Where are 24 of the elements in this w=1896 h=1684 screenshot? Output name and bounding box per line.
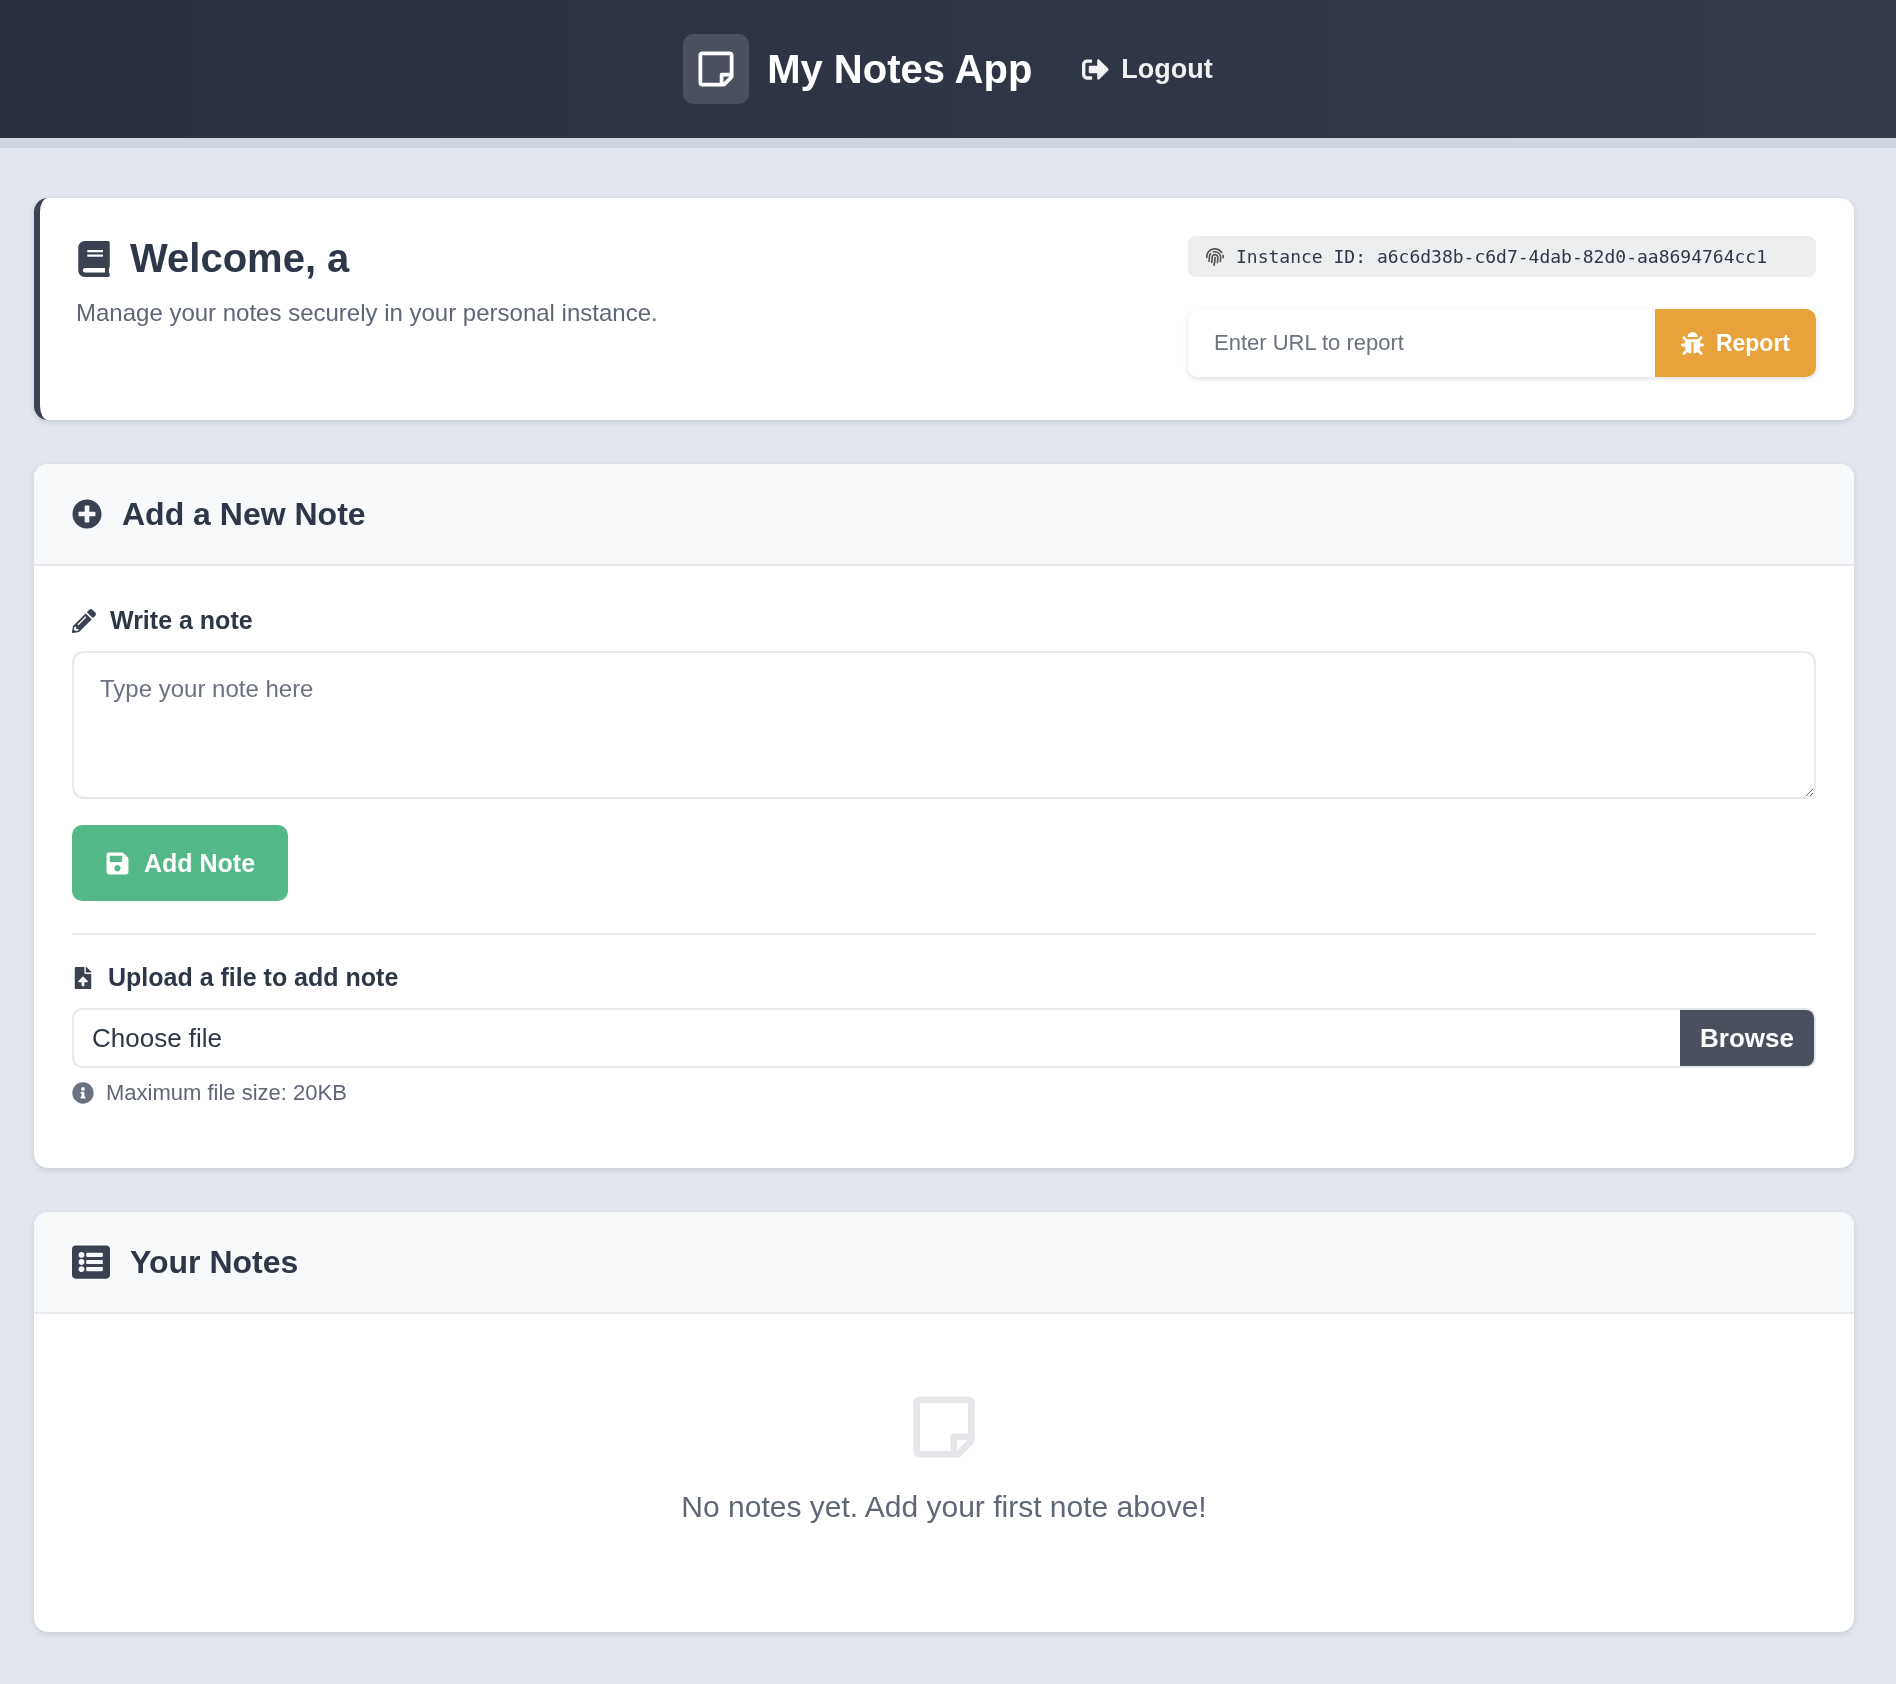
empty-message: No notes yet. Add your first note above! [681,1490,1207,1524]
card-title: Add a New Note [122,495,366,533]
welcome-title: Welcome, a [130,236,350,281]
file-size-hint: Maximum file size: 20KB [106,1080,347,1106]
card-title: Your Notes [130,1243,299,1281]
app-title: My Notes App [767,46,1033,92]
sticky-note-logo [683,34,750,104]
field-label: Write a note [110,606,253,635]
instance-id-badge: Instance ID: a6c6d38b-c6d7-4dab-82d0-aa8694764cc1 [1188,236,1816,277]
field-label: Upload a file to add note [108,963,399,992]
note-text-area[interactable]: Type your note here [72,651,1816,799]
file-upload-icon [72,966,94,989]
list-icon [72,1243,110,1281]
welcome-subtitle: Manage your notes securely in your personal instance. [76,299,658,327]
book-icon [76,240,112,277]
file-input-field[interactable]: Choose file Browse [72,1008,1816,1068]
info-icon [72,1082,94,1104]
browse-button[interactable]: Browse [1680,1010,1814,1066]
logout-link[interactable]: Logout [1082,53,1213,85]
save-icon [105,850,130,876]
fingerprint-icon [1206,247,1224,266]
url-input-field[interactable]: Enter URL to report [1188,309,1655,377]
pencil-icon [72,608,96,633]
bug-icon [1680,331,1704,355]
